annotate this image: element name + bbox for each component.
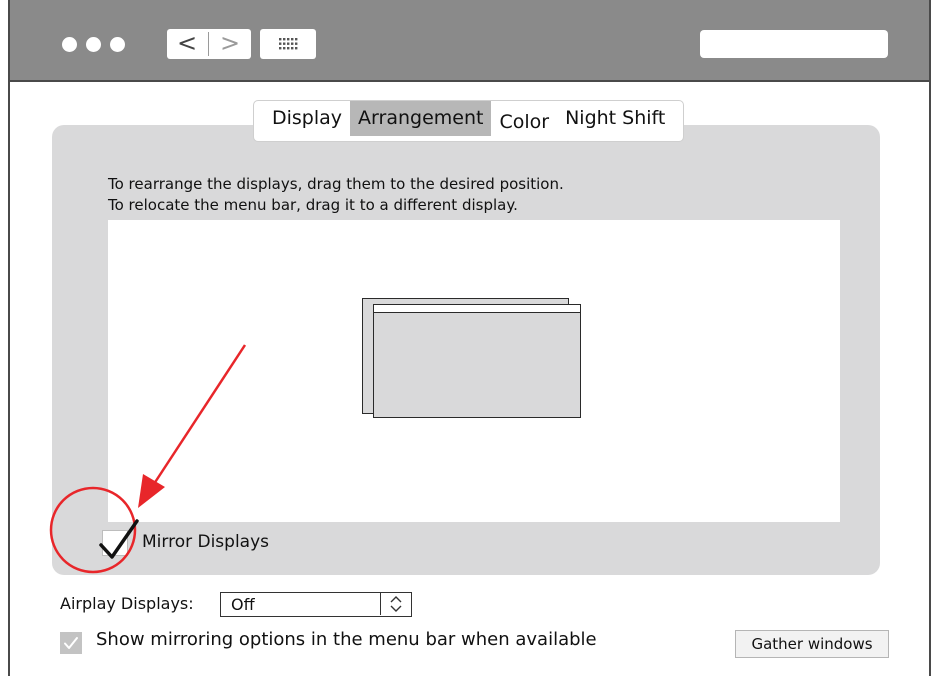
arrangement-instructions: To rearrange the displays, drag them to … [108,174,564,216]
tab-color[interactable]: Color [491,101,557,140]
tab-display[interactable]: Display [264,101,350,136]
gather-windows-button[interactable]: Gather windows [735,630,889,658]
check-mark-icon [64,637,78,649]
airplay-displays-value: Off [231,595,255,614]
display-arrangement-area [108,220,840,522]
show-all-grid-icon [279,38,298,50]
title-bar: < > [10,0,929,82]
back-button[interactable]: < [167,30,207,58]
tab-bar: Display Arrangement Color Night Shift [253,100,685,142]
airplay-displays-select[interactable]: Off [220,592,412,617]
chevron-left-icon: < [176,29,198,57]
airplay-displays-label: Airplay Displays: [60,594,194,613]
select-stepper[interactable] [380,593,411,615]
up-down-chevron-icon [390,596,402,612]
show-mirroring-label: Show mirroring options in the menu bar w… [96,629,597,650]
navigation-buttons: < > [167,29,251,59]
close-window-button[interactable] [62,37,77,52]
mirror-displays-checkbox[interactable] [102,530,128,556]
mirror-displays-label: Mirror Displays [142,532,270,552]
instruction-line-2: To relocate the menu bar, drag it to a d… [108,196,518,214]
show-all-button[interactable] [260,29,316,59]
instruction-line-1: To rearrange the displays, drag them to … [108,175,564,193]
tab-arrangement[interactable]: Arrangement [350,101,492,136]
tab-night-shift[interactable]: Night Shift [557,101,673,136]
menu-bar-handle[interactable] [374,305,580,313]
search-input[interactable] [700,30,888,58]
zoom-window-button[interactable] [110,37,125,52]
chevron-right-icon: > [219,29,241,57]
show-mirroring-checkbox[interactable] [60,632,82,654]
forward-button[interactable]: > [210,30,250,58]
minimize-window-button[interactable] [86,37,101,52]
display-thumbnail-front[interactable] [373,304,581,418]
